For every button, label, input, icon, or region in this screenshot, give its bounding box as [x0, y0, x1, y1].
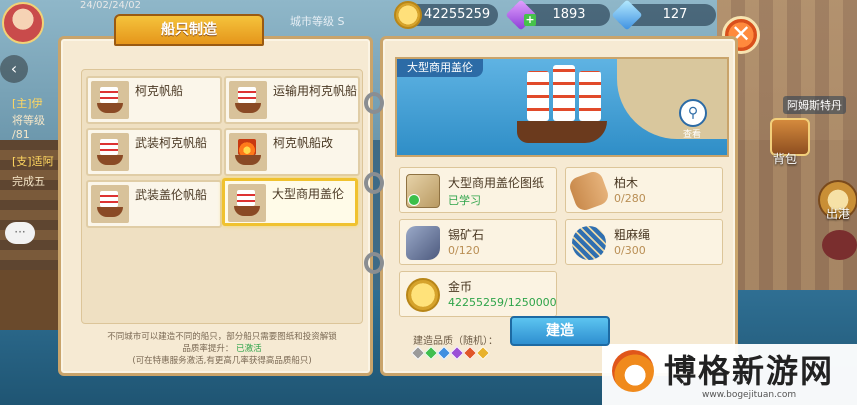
build-button[interactable]: 建造 — [510, 316, 610, 346]
watermark-text: 博格新游网 — [664, 352, 835, 390]
player-avatar[interactable] — [2, 2, 44, 44]
note-line-3: (可在特惠服务激活,有更高几率获得高品质船只) — [132, 356, 312, 366]
ship-item[interactable]: 柯克帆船改 — [224, 128, 360, 176]
ship-name: 柯克帆船 — [135, 84, 184, 98]
ship-thumbnail — [91, 81, 129, 119]
material-blueprint[interactable]: 大型商用盖伦图纸 已学习 — [399, 167, 557, 213]
material-name: 锡矿石 — [448, 228, 485, 242]
ship-name: 武装盖伦帆船 — [135, 188, 208, 202]
quality-boost-status: 已激活 — [236, 344, 262, 354]
material-name: 金币 — [448, 280, 473, 294]
ship-item-selected[interactable]: 大型商用盖伦 — [222, 178, 358, 226]
ship-thumbnail — [91, 133, 129, 171]
magnifier-icon[interactable]: ⚲ — [679, 99, 707, 127]
material-wood[interactable]: 柏木 0/280 — [565, 167, 723, 213]
build-info-note: 不同城市可以建造不同的船只，部分船只需要图纸和投资解锁 品质率提升： 已激活 (… — [81, 331, 363, 367]
watermark-url: www.bogejituan.com — [702, 390, 797, 400]
city-name-label: 阿姆斯特丹 — [783, 96, 846, 114]
ship-name: 大型商用盖伦 — [272, 187, 345, 201]
material-name: 柏木 — [614, 176, 639, 190]
quality-indicators — [410, 345, 491, 361]
shipbuilding-book: 船只制造 柯克帆船 运输用柯克帆船 武装柯克帆船 柯克帆船改 武装盖伦帆船 大型… — [52, 14, 742, 382]
quest-side-text: 完成五 — [12, 175, 45, 188]
gold-coin-icon — [406, 278, 440, 312]
note-line-2: 品质率提升： 已激活 — [81, 343, 363, 355]
quality-boost-label: 品质率提升： — [182, 344, 234, 354]
rope-icon — [572, 226, 606, 260]
ore-icon — [406, 226, 440, 260]
ship-item[interactable]: 武装盖伦帆船 — [86, 180, 222, 228]
chat-icon[interactable]: ··· — [5, 222, 35, 244]
material-amount: 0/300 — [614, 244, 646, 257]
material-name: 大型商用盖伦图纸 — [448, 176, 545, 190]
learned-check-icon — [408, 194, 420, 206]
ship-thumbnail — [228, 184, 266, 222]
material-name: 粗麻绳 — [614, 228, 651, 242]
quest-main-text: 将等级 — [12, 114, 45, 127]
ship-item[interactable]: 柯克帆船 — [86, 76, 222, 124]
port-label[interactable]: 出港 — [826, 205, 850, 222]
quest-main-progress: /81 — [12, 128, 30, 141]
ship-name: 柯克帆船改 — [273, 136, 334, 150]
material-amount: 0/280 — [614, 192, 646, 205]
note-line-1: 不同城市可以建造不同的船只，部分船只需要图纸和投资解锁 — [107, 332, 337, 342]
back-arrow-icon[interactable]: ‹ — [0, 55, 28, 83]
material-amount: 42255259/1250000 — [448, 296, 557, 309]
galleon-ship-image — [507, 63, 617, 155]
island — [617, 59, 727, 139]
binder-ring — [364, 92, 384, 114]
flame-logo-icon — [612, 350, 654, 392]
view-label[interactable]: 查看 — [683, 127, 701, 140]
wood-log-icon — [567, 169, 611, 213]
bag-label[interactable]: 背包 — [773, 150, 797, 167]
left-page: 柯克帆船 运输用柯克帆船 武装柯克帆船 柯克帆船改 武装盖伦帆船 大型商用盖伦 — [58, 36, 373, 376]
binder-ring — [364, 252, 384, 274]
quality-gem-icon — [475, 345, 491, 361]
ship-item[interactable]: 运输用柯克帆船 — [224, 76, 360, 124]
material-gold[interactable]: 金币 42255259/1250000 — [399, 271, 557, 317]
binder-rings — [364, 92, 384, 332]
ship-thumbnail — [229, 81, 267, 119]
decoration — [822, 230, 857, 260]
ship-list: 柯克帆船 运输用柯克帆船 武装柯克帆船 柯克帆船改 武装盖伦帆船 大型商用盖伦 — [81, 69, 363, 324]
material-status: 已学习 — [448, 194, 481, 207]
preview-title: 大型商用盖伦 — [397, 59, 483, 77]
panel-title-tab: 船只制造 — [114, 14, 264, 46]
build-quality-label: 建造品质（随机）： — [413, 336, 498, 347]
quest-tag-side[interactable]: [支]适阿 — [12, 153, 54, 169]
ship-name: 武装柯克帆船 — [135, 136, 208, 150]
material-rope[interactable]: 粗麻绳 0/300 — [565, 219, 723, 265]
site-watermark: 博格新游网 www.bogejituan.com — [602, 344, 857, 405]
ship-item[interactable]: 武装柯克帆船 — [86, 128, 222, 176]
ship-thumbnail — [91, 185, 129, 223]
ship-name: 运输用柯克帆船 — [273, 84, 358, 98]
material-tin-ore[interactable]: 锡矿石 0/120 — [399, 219, 557, 265]
ship-thumbnail — [229, 133, 267, 171]
quest-tag-main[interactable]: [主]伊 — [12, 95, 43, 111]
ship-preview: 大型商用盖伦 ⚲ 查看 — [395, 57, 729, 157]
top-small-text: 24/02/24/02 — [80, 0, 142, 11]
material-amount: 0/120 — [448, 244, 480, 257]
binder-ring — [364, 172, 384, 194]
